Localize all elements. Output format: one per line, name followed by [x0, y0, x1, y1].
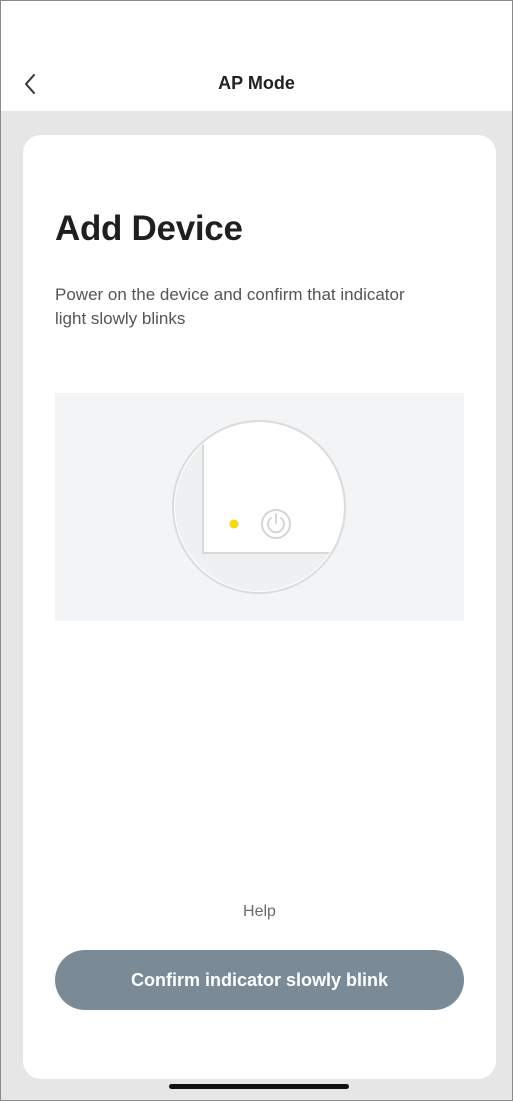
instruction-text: Power on the device and confirm that ind…: [55, 285, 405, 328]
device-illustration: [55, 393, 464, 621]
home-indicator: [169, 1084, 349, 1089]
content-card: Add Device Power on the device and confi…: [23, 135, 496, 1079]
device-illustration-graphic: [172, 420, 346, 594]
add-device-heading: Add Device: [55, 209, 243, 248]
confirm-button[interactable]: Confirm indicator slowly blink: [55, 950, 464, 1010]
page-title: AP Mode: [218, 73, 295, 93]
indicator-light: [229, 519, 239, 529]
navigation-bar: AP Mode: [1, 1, 512, 111]
phone-frame: AP Mode Add Device Power on the device a…: [0, 0, 513, 1101]
help-link[interactable]: Help: [23, 903, 496, 921]
